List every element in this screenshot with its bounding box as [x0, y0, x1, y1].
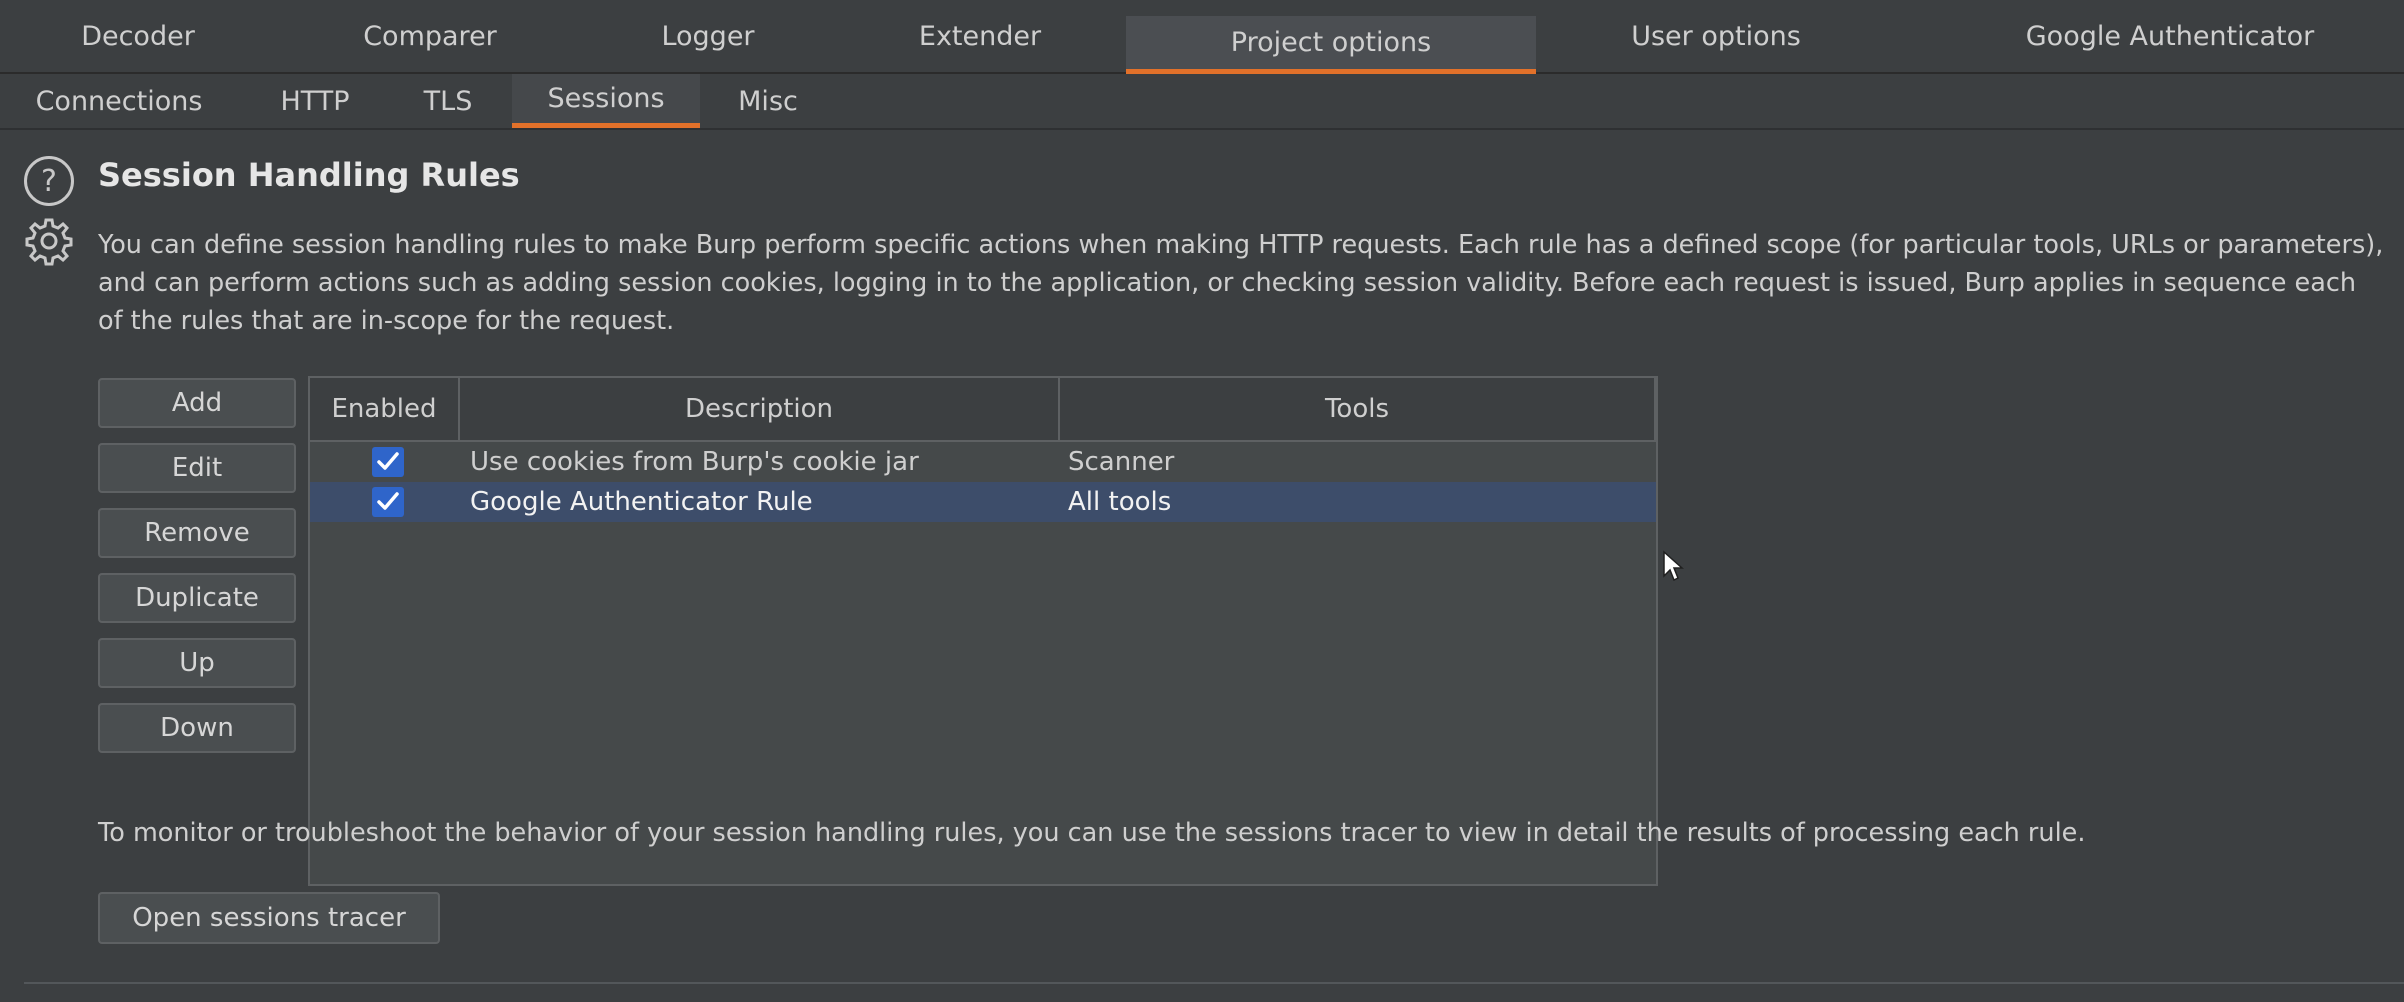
enabled-checkbox[interactable]: [372, 447, 404, 477]
duplicate-button[interactable]: Duplicate: [98, 573, 296, 623]
subtab-connections[interactable]: Connections: [24, 74, 214, 128]
column-header-description[interactable]: Description: [460, 378, 1060, 440]
sessions-panel: ? Session Handling Rules You can define …: [0, 132, 2404, 1002]
tab-project-options[interactable]: Project options: [1126, 16, 1536, 74]
tab-decoder[interactable]: Decoder: [40, 0, 236, 72]
column-header-enabled[interactable]: Enabled: [310, 378, 460, 440]
table-row[interactable]: Google Authenticator Rule All tools: [310, 482, 1656, 522]
tab-logger[interactable]: Logger: [618, 0, 798, 72]
subtab-http[interactable]: HTTP: [264, 74, 366, 128]
section-description: You can define session handling rules to…: [98, 230, 2384, 336]
burp-window: Decoder Comparer Logger Extender Project…: [0, 0, 2404, 1002]
divider: [24, 982, 2404, 984]
tab-comparer[interactable]: Comparer: [330, 0, 530, 72]
enabled-checkbox[interactable]: [372, 487, 404, 517]
rules-table[interactable]: Enabled Description Tools Use cookies fr…: [308, 376, 1658, 886]
sub-tab-bar: Connections HTTP TLS Sessions Misc: [0, 74, 2404, 130]
down-button[interactable]: Down: [98, 703, 296, 753]
top-tab-bar: Decoder Comparer Logger Extender Project…: [0, 0, 2404, 74]
table-row[interactable]: Use cookies from Burp's cookie jar Scann…: [310, 442, 1656, 482]
up-button[interactable]: Up: [98, 638, 296, 688]
table-header: Enabled Description Tools: [310, 378, 1656, 442]
add-button[interactable]: Add: [98, 378, 296, 428]
column-header-tools[interactable]: Tools: [1060, 378, 1656, 440]
rule-description: Google Authenticator Rule: [470, 487, 813, 517]
rule-tools: Scanner: [1068, 447, 1175, 477]
tab-extender[interactable]: Extender: [880, 0, 1080, 72]
rule-description: Use cookies from Burp's cookie jar: [470, 447, 919, 477]
subtab-sessions[interactable]: Sessions: [512, 74, 700, 128]
rule-tools: All tools: [1068, 487, 1172, 517]
open-sessions-tracer-button[interactable]: Open sessions tracer: [98, 892, 440, 944]
check-icon: [377, 452, 399, 470]
gear-icon[interactable]: [24, 216, 74, 266]
check-icon: [377, 492, 399, 510]
tab-google-authenticator[interactable]: Google Authenticator: [2010, 0, 2330, 72]
tracer-note: To monitor or troubleshoot the behavior …: [98, 818, 2086, 848]
remove-button[interactable]: Remove: [98, 508, 296, 558]
tab-user-options[interactable]: User options: [1594, 0, 1838, 72]
section-title: Session Handling Rules: [98, 156, 520, 194]
mouse-cursor-icon: [1663, 550, 1684, 582]
edit-button[interactable]: Edit: [98, 443, 296, 493]
help-icon[interactable]: ?: [24, 156, 74, 206]
subtab-misc[interactable]: Misc: [722, 74, 814, 128]
subtab-tls[interactable]: TLS: [410, 74, 486, 128]
